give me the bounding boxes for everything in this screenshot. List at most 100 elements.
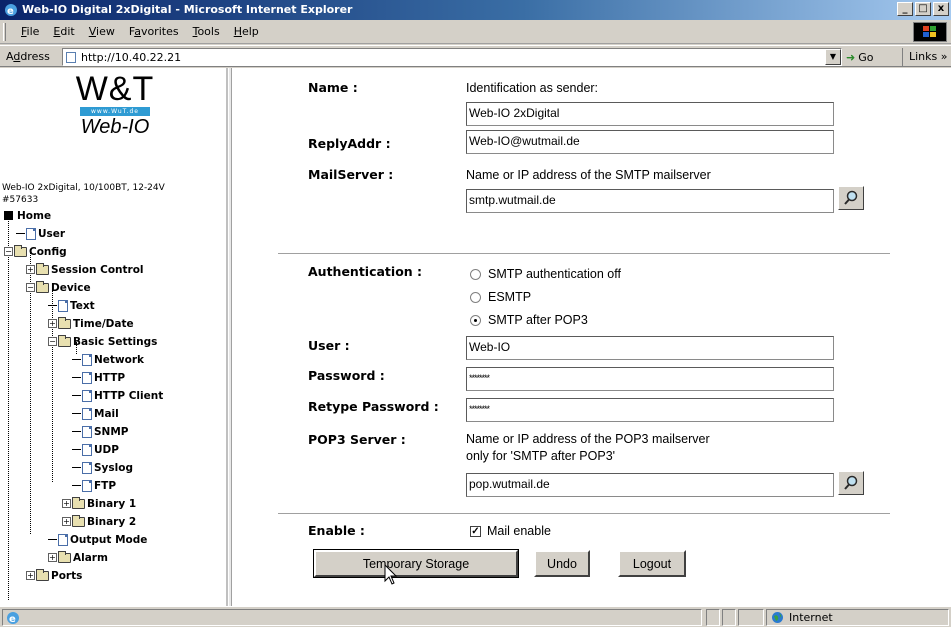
menu-item[interactable]: Edit [46, 25, 81, 38]
tree-item-label: FTP [94, 479, 117, 492]
folder-icon [72, 496, 85, 509]
mailserver-search-button[interactable] [838, 186, 864, 210]
tree-item-label: Text [70, 299, 95, 312]
tree-item-binary-1[interactable]: + Binary 1 [62, 496, 136, 511]
tree-item-http[interactable]: HTTP [72, 370, 125, 385]
menu-item[interactable]: Help [227, 25, 266, 38]
expand-icon[interactable]: + [26, 265, 35, 274]
tree-item-ftp[interactable]: FTP [72, 478, 116, 493]
collapse-icon[interactable]: − [4, 247, 13, 256]
undo-button[interactable]: Undo [534, 550, 590, 577]
tree-item-label: Binary 2 [87, 515, 137, 528]
tree-item-ports[interactable]: + Ports [26, 568, 82, 583]
window-title-bar[interactable]: e Web-IO Digital 2xDigital - Microsoft I… [0, 0, 951, 20]
auth-option-smtp-authentication-off[interactable]: SMTP authentication off [470, 267, 621, 281]
tree-branch [72, 485, 81, 486]
auth-option-esmtp[interactable]: ESMTP [470, 290, 531, 304]
folder-icon [58, 334, 71, 347]
tree-item-binary-2[interactable]: + Binary 2 [62, 514, 136, 529]
radio-button[interactable] [470, 314, 481, 326]
checkbox-box[interactable]: ✓ [470, 525, 481, 537]
pop3-server-label: POP3 Server : [308, 432, 406, 447]
tree-item-udp[interactable]: UDP [72, 442, 119, 457]
status-cell [706, 609, 720, 626]
user-input[interactable]: Web-IO [466, 336, 834, 360]
radio-button[interactable] [470, 268, 481, 280]
expand-icon[interactable]: + [48, 553, 57, 562]
expand-icon[interactable]: + [26, 571, 35, 580]
maximize-button[interactable]: □ [915, 2, 931, 16]
tree-item-alarm[interactable]: + Alarm [48, 550, 108, 565]
address-input[interactable]: http://10.40.22.21 ▼ [62, 48, 842, 66]
logout-button[interactable]: Logout [618, 550, 686, 577]
tree-branch [72, 395, 81, 396]
tree-item-network[interactable]: Network [72, 352, 144, 367]
retype-password-label: Retype Password : [308, 399, 439, 414]
mailserver-input[interactable]: smtp.wutmail.de [466, 189, 834, 213]
mouse-cursor-icon [384, 564, 398, 585]
close-button[interactable]: x [933, 2, 949, 16]
menu-item[interactable]: View [82, 25, 122, 38]
mail-enable-label: Mail enable [487, 524, 551, 538]
home-icon [4, 211, 13, 220]
folder-icon [58, 550, 71, 563]
links-button[interactable]: Links » [902, 48, 947, 66]
page-icon [82, 443, 92, 456]
name-input[interactable]: Web-IO 2xDigital [466, 102, 834, 126]
tree-item-time-date[interactable]: + Time/Date [48, 316, 134, 331]
tree-branch [72, 377, 81, 378]
tree-item-text[interactable]: Text [48, 298, 95, 313]
go-arrow-icon: ➜ [846, 51, 856, 64]
auth-option-smtp-after-pop3[interactable]: SMTP after POP3 [470, 313, 588, 327]
tree-item-snmp[interactable]: SNMP [72, 424, 129, 439]
temporary-storage-button[interactable]: Temporary Storage [313, 549, 519, 578]
page-status-icon: e [7, 612, 19, 625]
password-label: Password : [308, 368, 385, 383]
user-label: User : [308, 338, 350, 353]
go-label: Go [858, 51, 874, 64]
radio-button[interactable] [470, 291, 481, 303]
tree-item-output-mode[interactable]: Output Mode [48, 532, 147, 547]
collapse-icon[interactable]: − [48, 337, 57, 346]
folder-icon [36, 568, 49, 581]
device-article-number: #57633 [2, 195, 39, 205]
tree-item-syslog[interactable]: Syslog [72, 460, 133, 475]
chevron-down-icon[interactable]: ▼ [825, 49, 841, 65]
expand-icon[interactable]: + [62, 499, 71, 508]
go-button[interactable]: ➜ Go [846, 49, 873, 66]
expand-icon[interactable]: + [48, 319, 57, 328]
tree-item-basic-settings[interactable]: − Basic Settings [48, 334, 157, 349]
tree-item-label: Time/Date [73, 317, 134, 330]
menu-item[interactable]: Favorites [122, 25, 186, 38]
logo-product: Web-IO [80, 116, 150, 138]
status-text-area: e [2, 609, 702, 626]
tree-item-label: User [38, 227, 66, 240]
navigation-frame: W&T www.WuT.de Web-IO Web-IO 2xDigital, … [0, 68, 228, 606]
tree-branch [48, 539, 57, 540]
globe-icon [772, 612, 783, 623]
tree-item-label: Home [17, 209, 52, 222]
tree-branch [72, 359, 81, 360]
replyaddr-input[interactable]: Web-IO@wutmail.de [466, 130, 834, 154]
tree-item-mail[interactable]: Mail [72, 406, 119, 421]
tree-item-label: Alarm [73, 551, 108, 564]
tree-item-http-client[interactable]: HTTP Client [72, 388, 163, 403]
tree-item-label: HTTP Client [94, 389, 164, 402]
pop3-server-input[interactable]: pop.wutmail.de [466, 473, 834, 497]
tree-item-session-control[interactable]: + Session Control [26, 262, 144, 277]
tree-item-config[interactable]: − Config [4, 244, 67, 259]
collapse-icon[interactable]: − [26, 283, 35, 292]
pop3-search-button[interactable] [838, 471, 864, 495]
menu-item[interactable]: Tools [186, 25, 227, 38]
tree-item-device[interactable]: − Device [26, 280, 91, 295]
minimize-button[interactable]: _ [897, 2, 913, 16]
mail-enable-checkbox[interactable]: ✓ Mail enable [470, 524, 551, 538]
name-hint: Identification as sender: [466, 81, 599, 95]
password-input[interactable]: ******** [466, 367, 834, 391]
ie-icon: e [5, 4, 17, 17]
tree-item-user[interactable]: User [16, 226, 65, 241]
retype-password-input[interactable]: ******** [466, 398, 834, 422]
expand-icon[interactable]: + [62, 517, 71, 526]
tree-item-home[interactable]: Home [4, 208, 51, 223]
menu-item[interactable]: File [14, 25, 46, 38]
